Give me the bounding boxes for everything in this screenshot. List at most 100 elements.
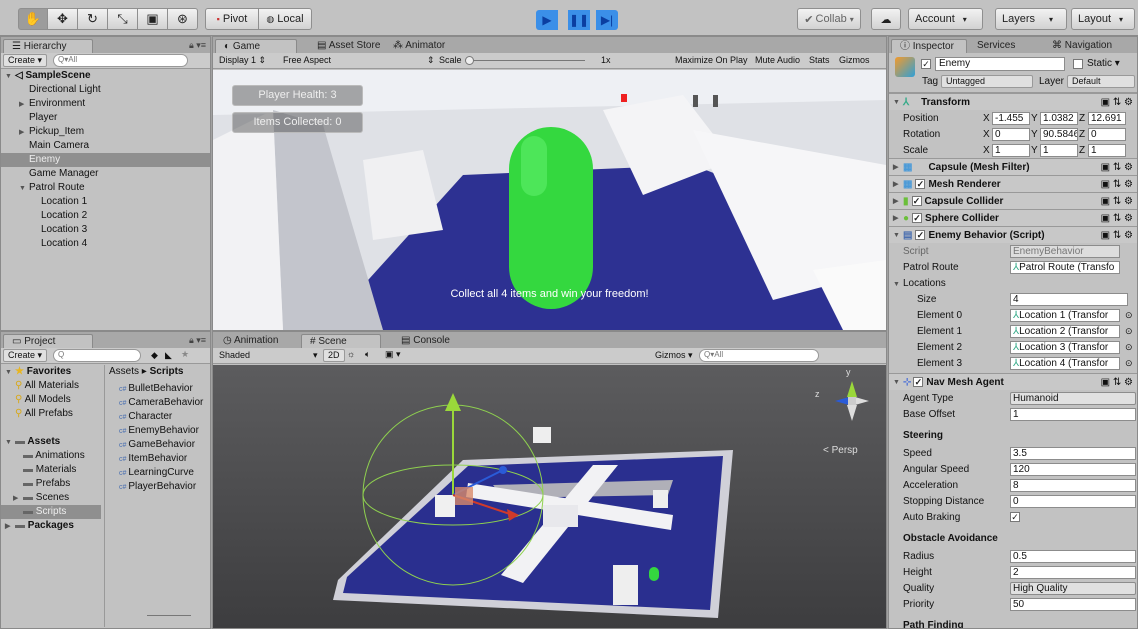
pause-button[interactable]: ❚❚ [568, 10, 590, 30]
tab-animation[interactable]: ◷ Animation [215, 334, 286, 348]
settings-gear-icon[interactable]: ▣ ⇅ ⚙ [1101, 230, 1133, 241]
angular-speed-field[interactable]: 120 [1010, 462, 1136, 476]
rotation-y-field[interactable]: 90.5846 [1040, 127, 1078, 141]
layout-dropdown[interactable]: Layout ▾ [1071, 8, 1135, 30]
object-picker-icon[interactable]: ⊙ [1125, 358, 1133, 369]
layers-dropdown[interactable]: Layers ▾ [995, 8, 1067, 30]
settings-gear-icon[interactable]: ▣ ⇅ ⚙ [1101, 196, 1133, 207]
static-label[interactable]: Static ▾ [1087, 58, 1120, 69]
hierarchy-item[interactable]: ▼ Patrol Route [1, 181, 210, 195]
radius-field[interactable]: 0.5 [1010, 549, 1136, 563]
scene-viewport[interactable]: y z < Persp [213, 365, 886, 628]
layer-dropdown[interactable]: Default [1067, 75, 1135, 88]
scene-search-input[interactable]: Q▾All [699, 349, 819, 362]
location-element-field[interactable]: ⅄Location 4 (Transfor [1010, 356, 1120, 370]
scale-z-field[interactable]: 1 [1088, 143, 1126, 157]
settings-gear-icon[interactable]: ▣ ⇅ ⚙ [1101, 162, 1133, 173]
scale-x-field[interactable]: 1 [992, 143, 1030, 157]
tab-navigation[interactable]: ⌘ Navigation [1044, 39, 1120, 53]
2d-toggle[interactable]: 2D [323, 349, 345, 362]
asset-folder-item[interactable]: ▬ Animations [1, 449, 101, 463]
location-element-field[interactable]: ⅄Location 3 (Transfor [1010, 340, 1120, 354]
gizmos-toggle[interactable]: Gizmos [839, 55, 870, 65]
position-y-field[interactable]: 1.0382 [1040, 111, 1078, 125]
maximize-on-play-toggle[interactable]: Maximize On Play [675, 55, 748, 65]
settings-gear-icon[interactable]: ▣ ⇅ ⚙ [1101, 97, 1133, 108]
tab-console[interactable]: ▤ Console [393, 334, 458, 348]
cloud-button[interactable]: ☁ [871, 8, 901, 30]
script-file-item[interactable]: c# EnemyBehavior [105, 424, 210, 438]
expand-icon[interactable]: ▼ [19, 182, 29, 196]
script-file-item[interactable]: c# ItemBehavior [105, 452, 210, 466]
rotation-x-field[interactable]: 0 [992, 127, 1030, 141]
lock-icon[interactable]: 🔒︎ ▾≡ [189, 335, 206, 346]
rotate-tool-button[interactable]: ↻ [78, 8, 108, 30]
hand-tool-button[interactable]: ✋ [18, 8, 48, 30]
base-offset-field[interactable]: 1 [1010, 407, 1136, 421]
tab-project[interactable]: ▭ Project [3, 334, 93, 348]
scale-y-field[interactable]: 1 [1040, 143, 1078, 157]
expand-icon[interactable]: ▶ [19, 126, 29, 140]
active-checkbox[interactable]: ✓ [921, 59, 931, 69]
game-viewport[interactable]: Player Health: 3 Items Collected: 0 Coll… [213, 70, 886, 330]
audio-icon[interactable]: 🔈︎ [365, 349, 370, 360]
move-tool-button[interactable]: ✥ [48, 8, 78, 30]
script-file-item[interactable]: c# PlayerBehavior [105, 480, 210, 494]
asset-folder-item[interactable]: ▬ Prefabs [1, 477, 101, 491]
nav-agent-checkbox[interactable]: ✓ [913, 377, 924, 387]
component-enabled-checkbox[interactable]: ✓ [915, 230, 926, 240]
location-element-field[interactable]: ⅄Location 2 (Transfor [1010, 324, 1120, 338]
favorite-item[interactable]: ⚲ All Models [1, 393, 101, 407]
settings-gear-icon[interactable]: ▣ ⇅ ⚙ [1101, 179, 1133, 190]
position-z-field[interactable]: 12.691 [1088, 111, 1126, 125]
script-file-item[interactable]: c# BulletBehavior [105, 382, 210, 396]
component-header[interactable]: ▶ ▦ Capsule (Mesh Filter) ▣ ⇅ ⚙ [889, 158, 1137, 175]
size-field[interactable]: 4 [1010, 292, 1128, 306]
scale-slider[interactable] [469, 60, 585, 61]
create-button[interactable]: Create ▾ [3, 54, 48, 67]
height-field[interactable]: 2 [1010, 565, 1136, 579]
component-header[interactable]: ▶ ● ✓ Sphere Collider ▣ ⇅ ⚙ [889, 209, 1137, 226]
stats-toggle[interactable]: Stats [809, 55, 830, 65]
create-button[interactable]: Create ▾ [3, 349, 48, 362]
assets-header[interactable]: ▼ ▬ Assets [1, 435, 101, 449]
hierarchy-item[interactable]: Location 1 [1, 195, 210, 209]
asset-folder-item[interactable]: ▶ ▬ Scenes [1, 491, 101, 505]
favorite-item[interactable]: ⚲ All Prefabs [1, 407, 101, 421]
hierarchy-item[interactable]: Location 2 [1, 209, 210, 223]
effects-icon[interactable]: ▣ ▾ [385, 349, 401, 360]
settings-gear-icon[interactable]: ▣ ⇅ ⚙ [1101, 377, 1133, 388]
scale-slider-thumb[interactable] [465, 56, 474, 65]
tab-inspector[interactable]: ⓘ Inspector [891, 39, 967, 53]
account-dropdown[interactable]: Account ▾ [908, 8, 983, 30]
component-enabled-checkbox[interactable]: ✓ [912, 213, 923, 223]
transform-tool-button[interactable]: ⊛ [168, 8, 198, 30]
object-picker-icon[interactable]: ⊙ [1125, 326, 1133, 337]
gizmos-dropdown[interactable]: Gizmos ▾ [655, 350, 693, 361]
script-file-item[interactable]: c# GameBehavior [105, 438, 210, 452]
quality-dropdown[interactable]: High Quality [1010, 581, 1136, 595]
script-file-item[interactable]: c# CameraBehavior [105, 396, 210, 410]
asset-folder-item[interactable]: ▬ Scripts [1, 505, 101, 519]
object-picker-icon[interactable]: ⊙ [1125, 310, 1133, 321]
component-header[interactable]: ▶ ▮ ✓ Capsule Collider ▣ ⇅ ⚙ [889, 192, 1137, 209]
asset-folder-item[interactable]: ▬ Materials [1, 463, 101, 477]
hierarchy-item[interactable]: Location 4 [1, 237, 210, 251]
script-field[interactable]: EnemyBehavior [1010, 244, 1120, 258]
hierarchy-item[interactable]: Directional Light [1, 83, 210, 97]
static-checkbox[interactable] [1073, 59, 1083, 69]
position-x-field[interactable]: -1.455 [992, 111, 1030, 125]
hierarchy-item[interactable]: Game Manager [1, 167, 210, 181]
locations-row[interactable]: ▼ Locations [889, 275, 1137, 291]
stopping-distance-field[interactable]: 0 [1010, 494, 1136, 508]
hierarchy-item[interactable]: ▶ Environment [1, 97, 210, 111]
scene-root[interactable]: ▼ ◁ SampleScene [1, 69, 210, 83]
object-picker-icon[interactable]: ⊙ [1125, 342, 1133, 353]
patrol-route-field[interactable]: ⅄Patrol Route (Transfo [1010, 260, 1120, 274]
display-dropdown[interactable]: Display 1 ⇕ [219, 55, 266, 66]
pivot-toggle[interactable]: ▪ Pivot [205, 8, 259, 30]
lock-icon[interactable]: 🔒︎ ▾≡ [189, 40, 206, 51]
script-file-item[interactable]: c# Character [105, 410, 210, 424]
step-button[interactable]: ▶| [596, 10, 618, 30]
component-enabled-checkbox[interactable]: ✓ [911, 196, 922, 206]
